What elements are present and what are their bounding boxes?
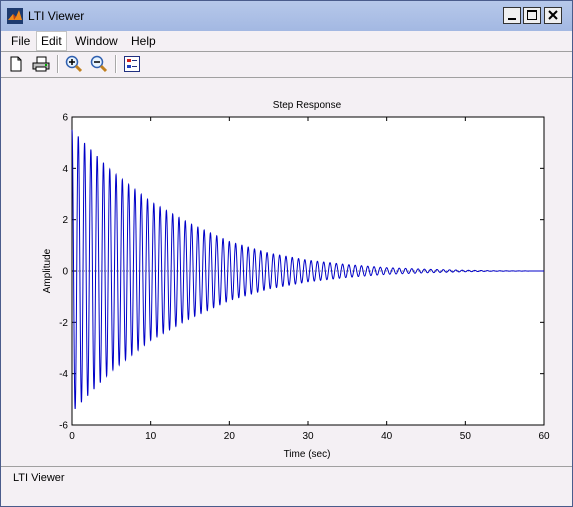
- new-file-button[interactable]: [6, 54, 26, 74]
- matlab-icon: [7, 8, 23, 24]
- minimize-icon: [508, 18, 516, 20]
- toolbar-separator: [115, 55, 117, 73]
- x-tick-label: 30: [302, 431, 314, 442]
- close-button[interactable]: [544, 7, 562, 24]
- title-bar[interactable]: LTI Viewer: [1, 1, 572, 32]
- menu-file[interactable]: File: [7, 32, 34, 50]
- menu-edit[interactable]: Edit: [36, 31, 67, 51]
- y-axis-label: Amplitude: [42, 248, 53, 293]
- x-tick-label: 0: [69, 431, 75, 442]
- y-tick-label: -4: [59, 369, 68, 380]
- x-tick-label: 20: [224, 431, 236, 442]
- x-tick-label: 60: [538, 431, 550, 442]
- y-tick-label: 2: [62, 215, 68, 226]
- chart-title: Step Response: [273, 100, 342, 111]
- minimize-button[interactable]: [503, 7, 521, 24]
- menu-window[interactable]: Window: [71, 32, 122, 50]
- menu-help[interactable]: Help: [127, 32, 160, 50]
- x-tick-label: 50: [460, 431, 472, 442]
- menu-bar: File Edit Window Help: [1, 31, 572, 51]
- x-axis-label: Time (sec): [284, 449, 331, 460]
- toolbar: [1, 52, 572, 77]
- x-tick-label: 40: [381, 431, 393, 442]
- print-icon: [32, 56, 50, 72]
- y-tick-label: 6: [62, 113, 68, 124]
- y-tick-label: 4: [62, 164, 68, 175]
- toolbar-separator: [57, 55, 59, 73]
- step-response-plot[interactable]: Step Response 0 10 20 30 40 50 60 -6 -4 -2 0 2 4 6 Ti…: [1, 77, 572, 467]
- plot-configuration-button[interactable]: [122, 54, 142, 74]
- maximize-button[interactable]: [523, 7, 541, 24]
- status-bar: LTI Viewer: [1, 467, 572, 505]
- y-tick-label: -6: [59, 421, 68, 432]
- maximize-icon: [527, 10, 537, 20]
- x-tick-label: 10: [145, 431, 157, 442]
- y-tick-label: -2: [59, 318, 68, 329]
- status-text: LTI Viewer: [13, 472, 65, 484]
- close-icon: [548, 10, 558, 20]
- new-file-icon: [10, 56, 22, 72]
- print-button[interactable]: [31, 54, 51, 74]
- zoom-out-button[interactable]: [89, 54, 109, 74]
- zoom-in-button[interactable]: [64, 54, 84, 74]
- plot-configuration-icon: [124, 56, 140, 72]
- lti-viewer-window: LTI Viewer File Edit Window Help Step Re…: [0, 0, 573, 507]
- y-tick-label: 0: [62, 267, 68, 278]
- zoom-in-icon: [65, 55, 83, 73]
- window-title: LTI Viewer: [28, 9, 85, 23]
- zoom-out-icon: [90, 55, 108, 73]
